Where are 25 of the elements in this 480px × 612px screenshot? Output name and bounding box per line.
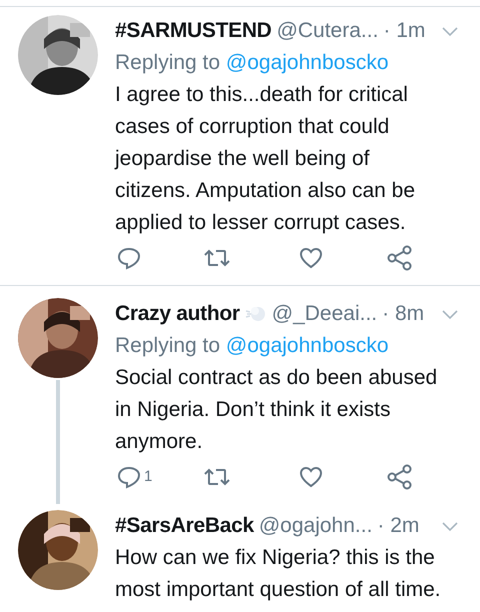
reply-icon[interactable] <box>117 465 141 489</box>
share-icon[interactable] <box>387 464 413 490</box>
share-icon[interactable] <box>387 245 413 271</box>
handle: @Cutera... <box>276 18 378 44</box>
tweet-text: How can we fix Nigeria? this is the most important question of all time. <box>115 545 442 603</box>
reply-icon[interactable] <box>117 246 141 270</box>
heart-icon[interactable] <box>299 247 323 269</box>
handle: @ogajohn... <box>258 513 372 539</box>
heart-icon[interactable] <box>299 466 323 488</box>
timestamp: · 8m <box>382 301 424 327</box>
retweet-icon[interactable] <box>204 466 230 488</box>
retweet-icon[interactable] <box>204 247 230 269</box>
timestamp: · 2m <box>377 513 420 539</box>
replying-label: Replying to <box>115 51 220 74</box>
mention-link[interactable]: @ogajohnboscko <box>226 334 389 357</box>
display-name: Crazy author <box>115 301 240 327</box>
tweet-text: I agree to this...death for critical cases of corruption that could jeopardise the well being of citizens. Amputation also can be applied to lesser corrupt cases. <box>115 82 416 236</box>
reply-count: 1 <box>144 467 152 487</box>
tweet-text: Social contract as do been abused in Nigeria. Don’t think it exists anymore. <box>115 365 438 455</box>
display-name: #SarsAreBack <box>115 513 254 539</box>
display-name: #SARMUSTEND <box>115 18 272 44</box>
replying-label: Replying to <box>115 334 220 357</box>
mention-link[interactable]: @ogajohnboscko <box>226 51 389 74</box>
timestamp: · 1m <box>383 18 426 44</box>
handle: @_Deeai... <box>272 301 378 327</box>
